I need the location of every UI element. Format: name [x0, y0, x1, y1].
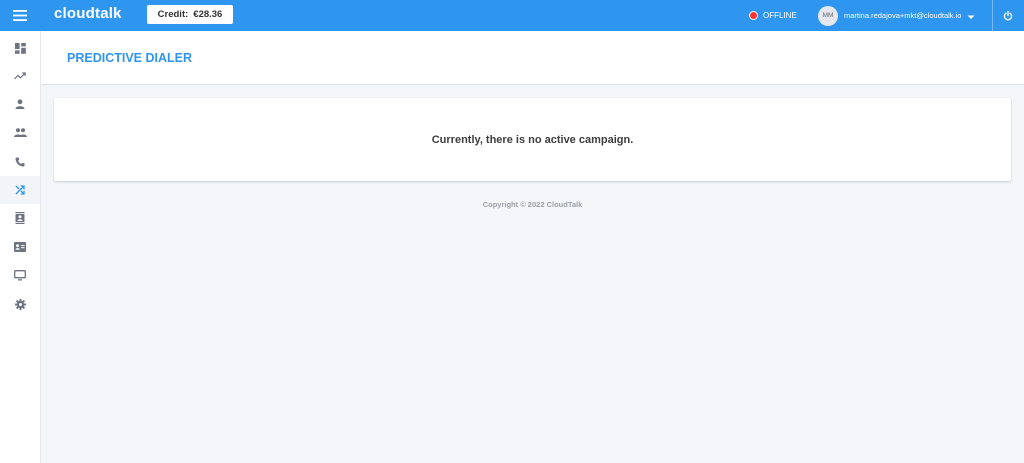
phone-icon [15, 157, 25, 167]
avatar: MM [818, 5, 838, 26]
sidebar-item-dashboard[interactable] [0, 34, 40, 62]
offline-dot-icon [749, 10, 758, 20]
settings-icon [14, 298, 26, 310]
contact-card-icon [14, 242, 26, 252]
sidebar-item-analytics[interactable] [0, 62, 40, 90]
sidebar-item-monitor[interactable] [0, 261, 40, 289]
sidebar-item-groups[interactable] [0, 118, 40, 146]
brand-logo[interactable]: cloudtalk [54, 5, 122, 22]
page-title: PREDICTIVE DIALER [67, 51, 193, 65]
chevron-down-icon [967, 7, 975, 25]
menu-icon[interactable] [9, 7, 31, 23]
copyright-footer: Copyright © 2022 CloudTalk [482, 200, 583, 209]
sidebar-item-calls[interactable] [0, 148, 40, 176]
sidebar-item-predictive-dialer[interactable] [0, 176, 40, 204]
topbar-divider [992, 0, 993, 31]
user-email: martina.redajova+mkt@cloudtalk.io [844, 11, 962, 20]
person-icon [15, 99, 25, 109]
top-bar: cloudtalk Credit: €28.36 OFFLINE MM mart… [0, 0, 1024, 31]
power-icon[interactable] [1001, 9, 1014, 22]
people-icon [13, 127, 27, 137]
sidebar-item-contacts[interactable] [0, 204, 40, 232]
sidebar-item-contact-cards[interactable] [0, 233, 40, 261]
contacts-book-icon [15, 212, 25, 224]
status-label: OFFLINE [763, 10, 797, 20]
empty-state-message: Currently, there is no active campaign. [431, 133, 634, 146]
shuffle-icon [15, 185, 25, 195]
status-toggle[interactable]: OFFLINE [749, 9, 797, 21]
analytics-trend-icon [14, 72, 26, 80]
sidebar [0, 31, 41, 463]
empty-campaign-card: Currently, there is no active campaign. [54, 98, 1011, 181]
credit-button[interactable]: Credit: €28.36 [147, 5, 233, 24]
credit-value: €28.36 [193, 9, 223, 20]
monitor-icon [14, 269, 26, 280]
sidebar-item-settings[interactable] [0, 290, 40, 318]
sidebar-item-user[interactable] [0, 90, 40, 118]
credit-label: Credit: [157, 9, 189, 20]
dashboard-icon [14, 42, 26, 54]
page-header: PREDICTIVE DIALER [41, 31, 1024, 85]
user-menu[interactable]: MM martina.redajova+mkt@cloudtalk.io [818, 5, 975, 26]
